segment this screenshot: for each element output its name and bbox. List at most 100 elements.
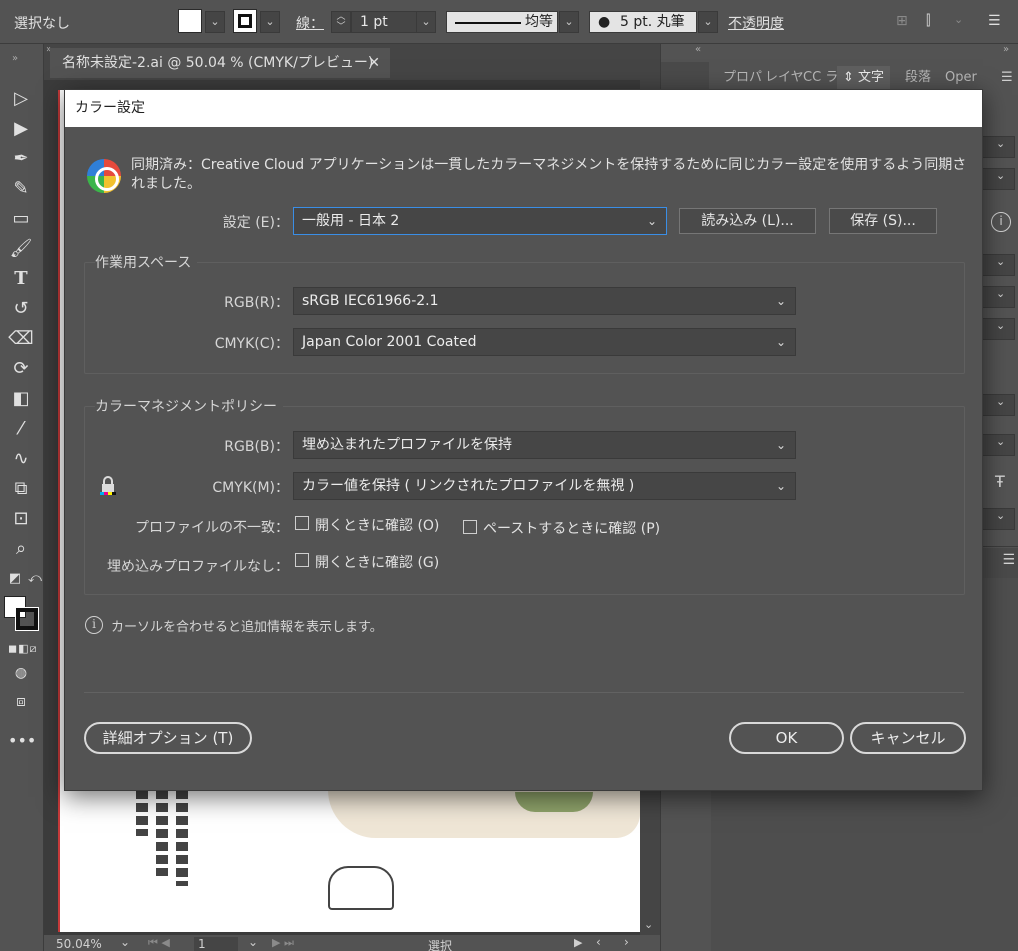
missing-open-label[interactable]: 開くときに確認 (G) [315, 552, 439, 572]
zoom-tool-icon[interactable]: ⌕ [8, 536, 34, 562]
ok-button[interactable]: OK [729, 722, 844, 754]
cancel-button[interactable]: キャンセル [850, 722, 966, 754]
stroke-color-swatch[interactable] [15, 607, 39, 631]
distribute-chevron-icon[interactable]: ⌄ [954, 13, 963, 26]
selection-tool-icon[interactable]: ▷ [8, 86, 34, 112]
dock-collapse-left-icon[interactable]: « [695, 44, 701, 55]
dock-collapse-right-icon[interactable]: » [1003, 44, 1009, 55]
stroke-weight-field[interactable]: 1 pt [351, 11, 417, 33]
brush-chevron-icon[interactable]: ⌄ [698, 11, 718, 33]
distribute-icon[interactable]: ⫿ [926, 13, 930, 29]
missing-open-checkbox[interactable] [295, 553, 309, 567]
curvature-tool-icon[interactable]: ✎ [8, 176, 34, 202]
chevron-down-icon: ⌄ [775, 335, 786, 349]
stroke-weight-chevron-icon[interactable]: ⌄ [416, 11, 436, 33]
rectangle-tool-icon[interactable]: ▭ [8, 206, 34, 232]
mismatch-open-label[interactable]: 開くときに確認 (O) [315, 515, 439, 535]
selection-status: 選択なし [14, 16, 70, 32]
stroke-dropdown-chevron-icon[interactable]: ⌄ [260, 11, 280, 33]
panel-tab-cc-libraries[interactable]: CC ラ [803, 66, 838, 90]
panel-info-icon[interactable]: i [991, 212, 1011, 232]
panel-dropdown-3[interactable]: ⌄ [981, 254, 1015, 276]
edit-toolbar-icon[interactable]: ••• [8, 728, 36, 754]
zoom-level[interactable]: 50.04% [56, 937, 102, 951]
chevron-down-icon: ⌄ [996, 509, 1006, 522]
save-button[interactable]: 保存 (S)... [829, 208, 937, 234]
cmyk-working-select[interactable]: Japan Color 2001 Coated ⌄ [293, 328, 796, 356]
mismatch-open-checkbox[interactable] [295, 516, 309, 530]
panel-dropdown-4[interactable]: ⌄ [981, 286, 1015, 308]
dialog-divider [84, 692, 964, 693]
panel-dropdown-2[interactable]: ⌄ [981, 168, 1015, 190]
blend-tool-icon[interactable]: ∿ [8, 446, 34, 472]
gradient-tool-icon[interactable]: ◧ [8, 386, 34, 412]
panel-tab-opentype[interactable]: Oper [945, 66, 977, 90]
last-artboard-icon[interactable]: ▶ ⏭ [272, 936, 294, 950]
control-bar-menu-icon[interactable]: ☰ [988, 13, 1001, 29]
artboard-number[interactable]: 1 [194, 937, 238, 951]
lasso-tool-icon[interactable]: ⟳ [8, 356, 34, 382]
eyedropper-tool-icon[interactable]: ⁄ [8, 416, 34, 442]
strikethrough-icon[interactable]: Ŧ [995, 472, 1005, 491]
type-tool-icon[interactable]: T [8, 266, 34, 292]
rgb-working-select[interactable]: sRGB IEC61966-2.1 ⌄ [293, 287, 796, 315]
mismatch-paste-checkbox[interactable] [463, 520, 477, 534]
panel-dropdown-8[interactable]: ⌄ [981, 508, 1015, 530]
close-icon[interactable]: ✕ [368, 48, 380, 78]
rgb-policy-select[interactable]: 埋め込まれたプロファイルを保持 ⌄ [293, 431, 796, 459]
draw-mode-icon[interactable]: ◍ [8, 660, 34, 686]
direct-selection-tool-icon[interactable]: ▶ [8, 116, 34, 142]
lower-panel-menu-icon[interactable]: ☰ [1002, 552, 1015, 568]
panel-dropdown-7[interactable]: ⌄ [981, 434, 1015, 456]
artboard-chevron-icon[interactable]: ⌄ [248, 935, 258, 949]
pen-tool-icon[interactable]: ✒ [8, 146, 34, 172]
brush-select[interactable]: ● 5 pt. 丸筆 [589, 11, 697, 33]
toolbar-collapse-icon[interactable]: » [2, 46, 28, 72]
screen-mode-icon[interactable]: ⧈ [8, 688, 34, 714]
color-mode-icons[interactable]: ◼◧⧄ [8, 636, 37, 662]
document-tab[interactable]: 名称未設定-2.ai @ 50.04 % (CMYK/プレビュー) ✕ [50, 48, 390, 78]
panel-tab-paragraph[interactable]: 段落 [905, 66, 931, 90]
align-grid-icon[interactable]: ⊞ [896, 13, 908, 29]
status-bar: 50.04% ⌄ ⏮ ◀ 1 ⌄ ▶ ⏭ 選択 ▶ ‹ › [44, 935, 660, 951]
settings-label: 設定 (E)： [222, 215, 289, 231]
advanced-options-button[interactable]: 詳細オプション (T) [84, 722, 252, 754]
fill-dropdown-chevron-icon[interactable]: ⌄ [205, 11, 225, 33]
stroke-label[interactable]: 線： [296, 13, 324, 33]
cmyk-policy-label: CMYK(M)： [212, 480, 289, 496]
eraser-tool-icon[interactable]: ⌫ [8, 326, 34, 352]
stroke-swatch[interactable] [233, 9, 257, 33]
stroke-swatch-inner [238, 14, 252, 28]
paintbrush-tool-icon[interactable]: 🖌 [8, 236, 34, 262]
stroke-stepper[interactable]: ︿ ﹀ [331, 11, 351, 33]
rotate-tool-icon[interactable]: ↺ [8, 296, 34, 322]
panel-tab-properties[interactable]: プロパ [723, 66, 762, 90]
fill-swatch[interactable] [178, 9, 202, 33]
opacity-label[interactable]: 不透明度 [728, 13, 784, 33]
shape-builder-tool-icon[interactable]: ⧉ [8, 476, 34, 502]
zoom-chevron-icon[interactable]: ⌄ [120, 935, 130, 949]
rgb-policy-label: RGB(B)： [224, 439, 289, 455]
panel-dropdown-5[interactable]: ⌄ [981, 318, 1015, 340]
mismatch-paste-label[interactable]: ペーストするときに確認 (P) [483, 518, 660, 538]
status-prev-icon[interactable]: ‹ [596, 935, 601, 949]
first-artboard-icon[interactable]: ⏮ ◀ [148, 936, 170, 950]
panel-menu-icon[interactable]: ☰ [1001, 66, 1013, 90]
chevron-down-icon: ⌄ [775, 438, 786, 452]
stroke-profile-chevron-icon[interactable]: ⌄ [559, 11, 579, 33]
status-play-icon[interactable]: ▶ [574, 936, 582, 949]
color-sync-icon [87, 159, 121, 193]
status-next-icon[interactable]: › [624, 935, 629, 949]
stroke-profile-select[interactable]: 均等 [446, 11, 558, 33]
scroll-down-icon[interactable]: ⌄ [644, 918, 653, 931]
panel-tab-character[interactable]: ⇕ 文字 [837, 66, 891, 90]
load-button[interactable]: 読み込み (L)... [679, 208, 816, 234]
cmyk-policy-select[interactable]: カラー値を保持 ( リンクされたプロファイルを無視 ) ⌄ [293, 472, 796, 500]
settings-select[interactable]: 一般用 - 日本 2 ⌄ [293, 207, 667, 235]
collapsed-panel-strip [661, 62, 709, 92]
artboard-tool-icon[interactable]: ⊡ [8, 506, 34, 532]
panel-dropdown-6[interactable]: ⌄ [981, 394, 1015, 416]
panel-tab-layers[interactable]: レイヤ [765, 66, 804, 90]
artwork-vertical-text [136, 790, 196, 900]
panel-dropdown-1[interactable]: ⌄ [981, 136, 1015, 158]
